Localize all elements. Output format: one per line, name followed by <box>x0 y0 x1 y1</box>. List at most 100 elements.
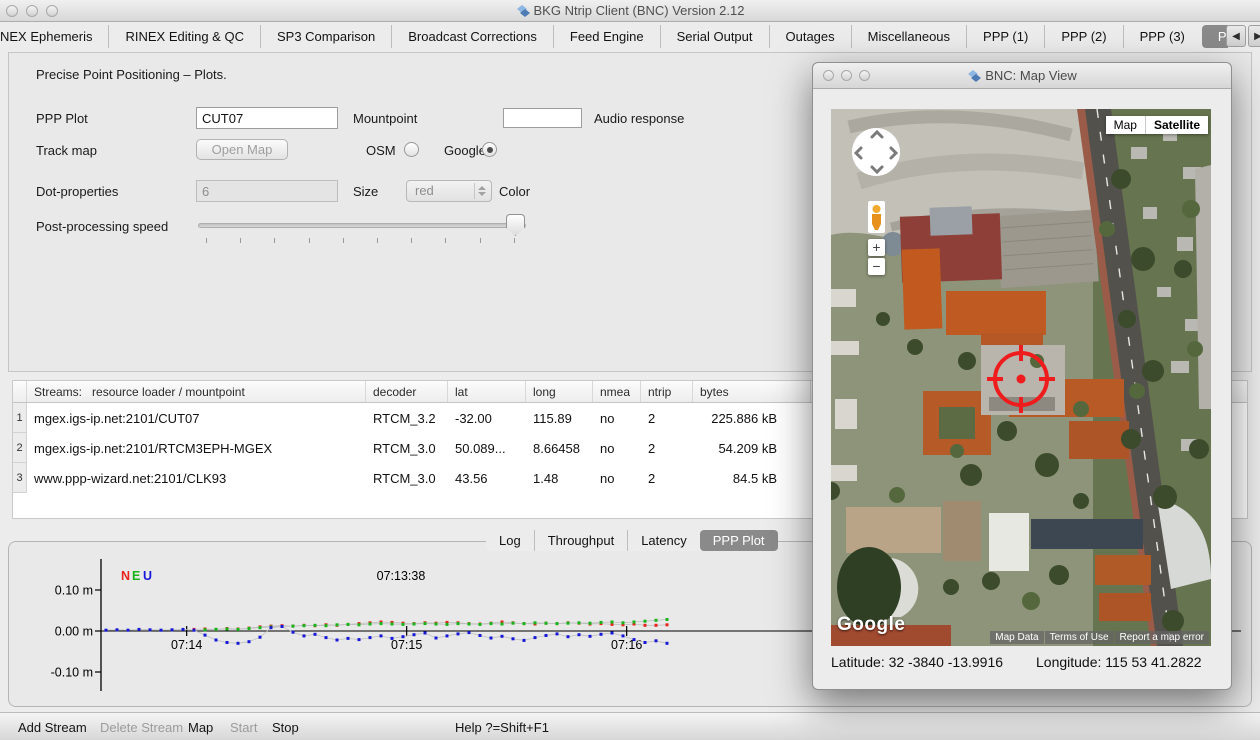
osm-label: OSM <box>366 143 396 158</box>
report-error-link[interactable]: Report a map error <box>1115 631 1209 644</box>
start-button[interactable]: Start <box>230 720 257 735</box>
cell-ntrip: 2 <box>641 441 693 456</box>
bottom-tab-latency[interactable]: Latency <box>627 530 700 551</box>
header-decoder[interactable]: decoder <box>366 381 448 402</box>
bnc-app-icon <box>516 5 530 20</box>
tab-sp3-comparison[interactable]: SP3 Comparison <box>260 25 391 48</box>
speed-slider-track[interactable] <box>198 223 526 228</box>
header-ntrip[interactable]: ntrip <box>641 381 693 402</box>
tab-scroll-buttons: ◀ ▶ <box>1226 25 1260 48</box>
stop-button[interactable]: Stop <box>272 720 299 735</box>
map-type-toggle: Map Satellite <box>1106 116 1208 134</box>
color-label: Color <box>499 184 530 199</box>
header-bytes[interactable]: bytes <box>693 381 811 402</box>
google-logo: Google <box>837 614 905 636</box>
cell-ntrip: 2 <box>641 411 693 426</box>
osm-radio[interactable] <box>404 142 419 157</box>
svg-text:07:15: 07:15 <box>391 638 422 652</box>
bottom-tab-throughput[interactable]: Throughput <box>534 530 628 551</box>
latitude-value: Latitude: 32 -3840 -13.9916 <box>831 654 1003 670</box>
google-radio[interactable] <box>482 142 497 157</box>
cell-decoder: RTCM_3.0 <box>366 441 448 456</box>
main-titlebar: BKG Ntrip Client (BNC) Version 2.12 <box>0 0 1260 22</box>
bottom-toolbar: Add Stream Delete Stream Map Start Stop … <box>0 712 1260 740</box>
mountpoint-input[interactable] <box>503 108 582 128</box>
cell-bytes: 225.886 kB <box>693 411 811 426</box>
pan-control <box>852 128 900 176</box>
tab-scroll-right-icon[interactable]: ▶ <box>1248 25 1260 47</box>
tab-outages[interactable]: Outages <box>769 25 851 48</box>
open-map-button[interactable]: Open Map <box>196 139 288 160</box>
tab-broadcast-corrections[interactable]: Broadcast Corrections <box>391 25 553 48</box>
map-type-satellite-button[interactable]: Satellite <box>1145 116 1208 134</box>
track-map-label: Track map <box>36 143 97 158</box>
cell-bytes: 54.209 kB <box>693 441 811 456</box>
google-label: Google <box>444 143 486 158</box>
dot-size-input[interactable] <box>196 180 338 202</box>
cell-long: 8.66458 <box>526 441 593 456</box>
select-spinner-icon <box>474 183 489 199</box>
map-view-window: BNC: Map View <box>812 62 1232 690</box>
speed-slider-handle[interactable] <box>506 214 525 236</box>
cell-lat: -32.00 <box>448 411 526 426</box>
header-mountpoint[interactable]: Streams: resource loader / mountpoint <box>27 381 366 402</box>
pegman-icon <box>868 201 885 233</box>
dot-color-value: red <box>415 183 434 198</box>
size-label: Size <box>353 184 378 199</box>
header-long[interactable]: long <box>526 381 593 402</box>
header-nmea[interactable]: nmea <box>593 381 641 402</box>
cell-lat: 43.56 <box>448 471 526 486</box>
add-stream-button[interactable]: Add Stream <box>18 720 87 735</box>
svg-text:07:14: 07:14 <box>171 638 202 652</box>
row-number: 3 <box>13 463 27 493</box>
dot-color-select[interactable]: red <box>406 180 492 202</box>
cell-ntrip: 2 <box>641 471 693 486</box>
zoom-in-button[interactable]: + <box>868 239 885 256</box>
map-type-map-button[interactable]: Map <box>1106 116 1145 134</box>
row-number: 1 <box>13 403 27 433</box>
coordinates-readout: Latitude: 32 -3840 -13.9916 Longitude: 1… <box>831 654 1221 670</box>
cell-decoder: RTCM_3.2 <box>366 411 448 426</box>
header-lat[interactable]: lat <box>448 381 526 402</box>
tab-serial-output[interactable]: Serial Output <box>660 25 769 48</box>
dot-properties-label: Dot-properties <box>36 184 118 199</box>
svg-text:07:16: 07:16 <box>611 638 642 652</box>
post-processing-speed-label: Post-processing speed <box>36 219 168 234</box>
row-number: 2 <box>13 433 27 463</box>
svg-text:0.00 m: 0.00 m <box>55 625 93 639</box>
bottom-tab-log[interactable]: Log <box>486 530 534 551</box>
cell-nmea: no <box>593 441 641 456</box>
delete-stream-button[interactable]: Delete Stream <box>100 720 183 735</box>
zoom-out-button[interactable]: − <box>868 258 885 275</box>
map-window-titlebar: BNC: Map View <box>813 63 1231 89</box>
tab-ppp-4[interactable]: PPP (4) <box>1202 25 1228 48</box>
cell-nmea: no <box>593 471 641 486</box>
help-shortcut-label: Help ?=Shift+F1 <box>455 720 549 735</box>
svg-text:U: U <box>143 569 152 583</box>
ppp-plot-label: PPP Plot <box>36 111 88 126</box>
window-title: BKG Ntrip Client (BNC) Version 2.12 <box>0 3 1260 20</box>
tab-scroll-left-icon[interactable]: ◀ <box>1226 25 1246 47</box>
top-tab-bar: NEX EphemerisRINEX Editing & QCSP3 Compa… <box>0 22 1228 50</box>
longitude-value: Longitude: 115 53 41.2822 <box>1036 654 1202 670</box>
tab-nex-ephemeris[interactable]: NEX Ephemeris <box>0 25 108 48</box>
map-button[interactable]: Map <box>188 720 213 735</box>
panel-heading: Precise Point Positioning – Plots. <box>36 67 227 82</box>
bottom-tab-bar: LogThroughputLatencyPPP Plot <box>486 530 778 551</box>
terms-of-use-link[interactable]: Terms of Use <box>1045 631 1114 644</box>
ppp-plot-input[interactable] <box>196 107 338 129</box>
tab-ppp-2[interactable]: PPP (2) <box>1044 25 1122 48</box>
map-window-title: BNC: Map View <box>813 68 1231 85</box>
tab-ppp-1[interactable]: PPP (1) <box>966 25 1044 48</box>
bnc-app-icon <box>967 70 981 85</box>
tab-ppp-3[interactable]: PPP (3) <box>1123 25 1201 48</box>
map-data-link[interactable]: Map Data <box>990 631 1043 644</box>
cell-mountpoint: mgex.igs-ip.net:2101/CUT07 <box>27 411 366 426</box>
cell-lat: 50.089... <box>448 441 526 456</box>
tab-rinex-editing-qc[interactable]: RINEX Editing & QC <box>108 25 260 48</box>
bottom-tab-ppp-plot[interactable]: PPP Plot <box>700 530 778 551</box>
satellite-map[interactable]: Map Satellite + − Google Map Data Terms … <box>831 109 1211 646</box>
svg-text:-0.10 m: -0.10 m <box>51 666 93 680</box>
tab-miscellaneous[interactable]: Miscellaneous <box>851 25 966 48</box>
tab-feed-engine[interactable]: Feed Engine <box>553 25 660 48</box>
